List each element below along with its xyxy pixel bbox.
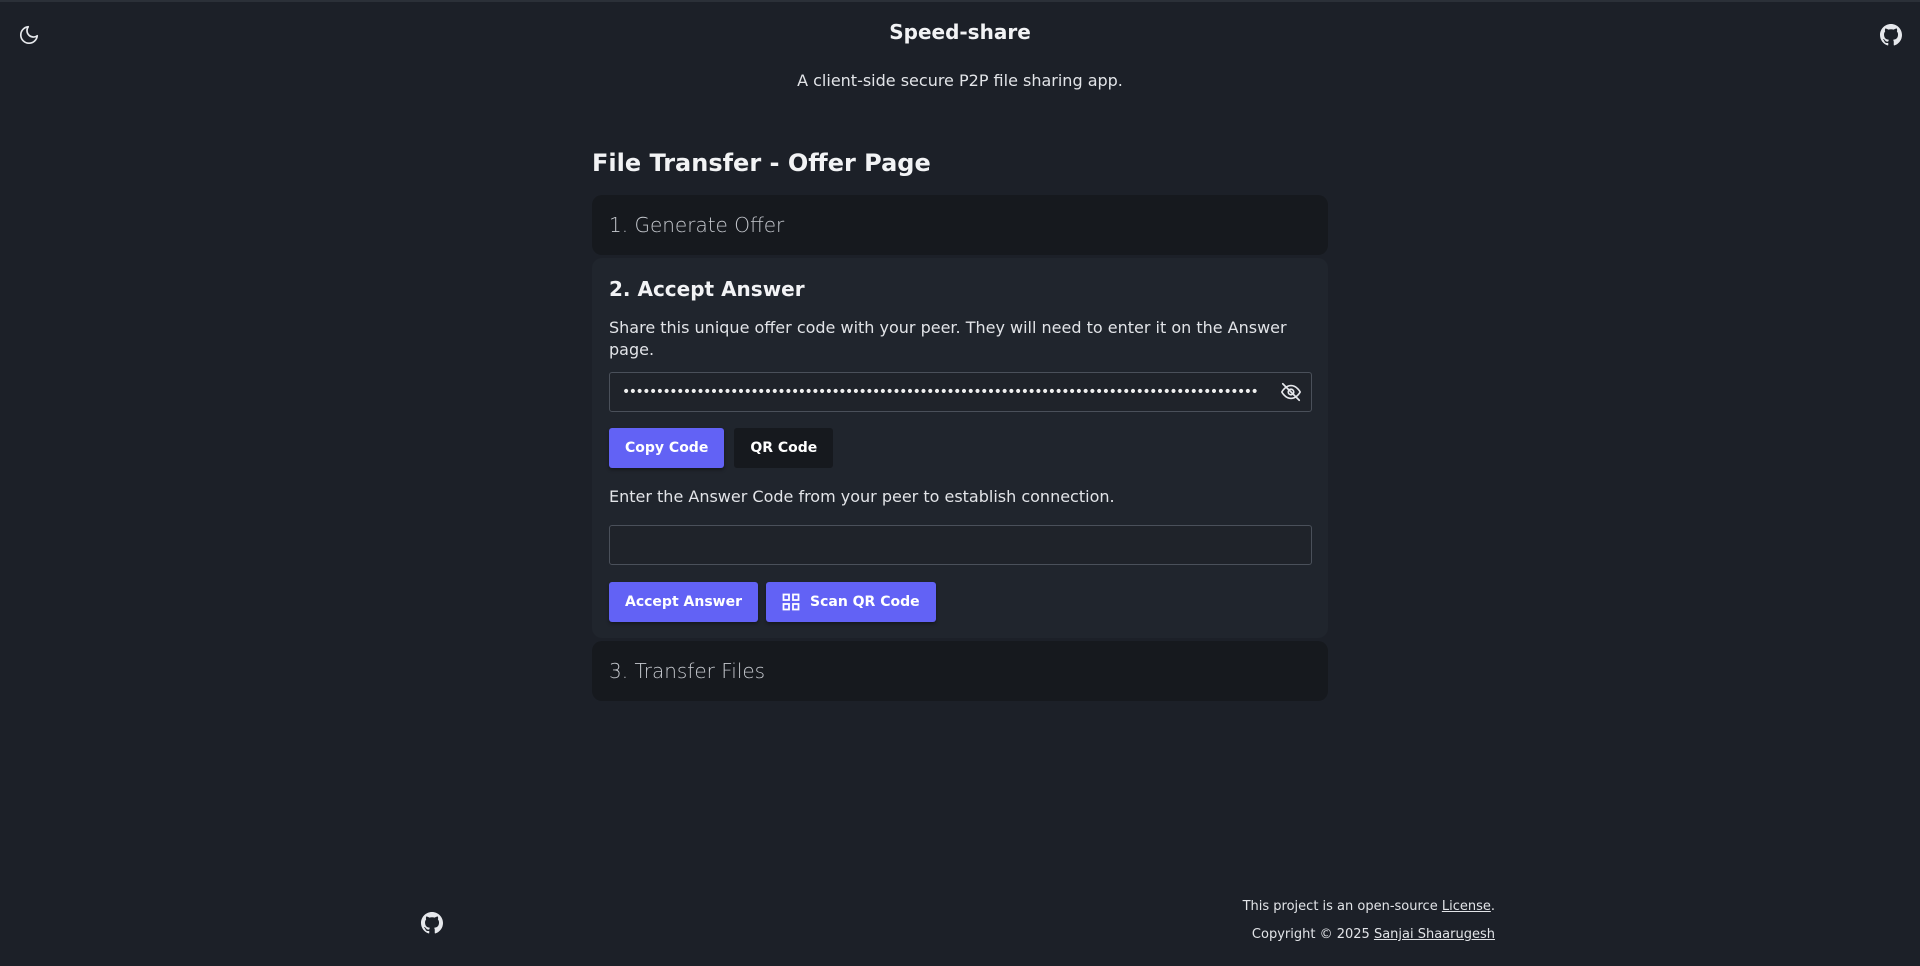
answer-code-input[interactable] [610,526,1311,564]
step-transfer-files-label: 3. Transfer Files [609,659,766,683]
offer-code-input[interactable] [610,373,1271,411]
step-accept-answer: 2. Accept Answer Share this unique offer… [592,258,1328,638]
footer-license-text: This project is an open-source License. [1100,899,1495,914]
license-link[interactable]: License [1442,899,1491,914]
step-generate-offer[interactable]: 1. Generate Offer [592,195,1328,255]
qr-grid-icon [782,593,800,611]
github-icon [1880,24,1902,46]
footer-copyright-prefix: Copyright © 2025 [1251,927,1374,942]
footer-copyright-text: Copyright © 2025 Sanjai Shaarugesh [1100,927,1495,942]
toggle-visibility-button[interactable] [1271,373,1311,411]
github-link[interactable] [1876,20,1906,50]
answer-code-field [609,525,1312,565]
offer-code-field [609,372,1312,412]
offer-actions: Copy Code QR Code [609,428,1312,468]
step-transfer-files[interactable]: 3. Transfer Files [592,641,1328,701]
app-subtitle: A client-side secure P2P file sharing ap… [797,71,1123,90]
qr-code-button[interactable]: QR Code [734,428,834,468]
scan-qr-code-label: Scan QR Code [809,594,920,610]
scan-qr-code-button[interactable]: Scan QR Code [765,582,936,622]
copy-code-button[interactable]: Copy Code [609,428,725,468]
eye-off-icon [1281,382,1301,402]
top-border [0,0,1920,2]
app-title: Speed-share [889,20,1031,44]
github-icon [421,912,443,934]
footer-license-prefix: This project is an open-source [1242,899,1442,914]
accept-answer-button[interactable]: Accept Answer [609,582,758,622]
page-title: File Transfer - Offer Page [592,149,931,177]
answer-description: Enter the Answer Code from your peer to … [609,487,1115,506]
answer-actions: Accept Answer Scan QR Code [609,582,1312,622]
step-generate-offer-label: 1. Generate Offer [609,213,785,237]
author-link[interactable]: Sanjai Shaarugesh [1374,927,1495,942]
main-content: File Transfer - Offer Page 1. Generate O… [592,145,1328,701]
footer-github-link[interactable] [421,912,443,934]
step-accept-answer-heading: 2. Accept Answer [609,277,805,301]
footer-license-suffix: . [1490,899,1495,914]
share-description: Share this unique offer code with your p… [609,318,1287,359]
